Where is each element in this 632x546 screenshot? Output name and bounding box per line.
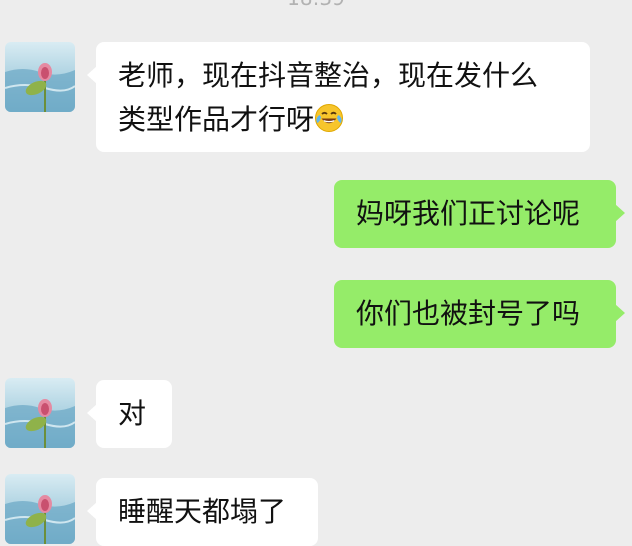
contact-avatar[interactable] [5,474,75,544]
message-text-line: 类型作品才行呀 [118,103,315,136]
message-timestamp: 18:39 [0,0,632,10]
message-bubble-outgoing[interactable]: 你们也被封号了吗 [334,280,625,348]
tears-of-joy-emoji-icon [314,103,344,133]
message-bubble-incoming[interactable]: 对 [87,380,172,448]
message-text: 你们也被封号了吗 [356,297,581,330]
message-bubble-outgoing[interactable]: 妈呀我们正讨论呢 [334,180,625,248]
message-bubble-incoming[interactable]: 老师，现在抖音整治，现在发什么 类型作品才行呀 [87,42,590,152]
message-text: 对 [118,397,147,430]
contact-avatar[interactable] [5,42,75,112]
contact-avatar[interactable] [5,378,75,448]
message-bubble-incoming[interactable]: 睡醒天都塌了 [87,478,318,546]
message-text: 睡醒天都塌了 [118,495,287,528]
message-text-line: 老师，现在抖音整治，现在发什么 [118,59,539,92]
message-text: 妈呀我们正讨论呢 [356,197,581,230]
